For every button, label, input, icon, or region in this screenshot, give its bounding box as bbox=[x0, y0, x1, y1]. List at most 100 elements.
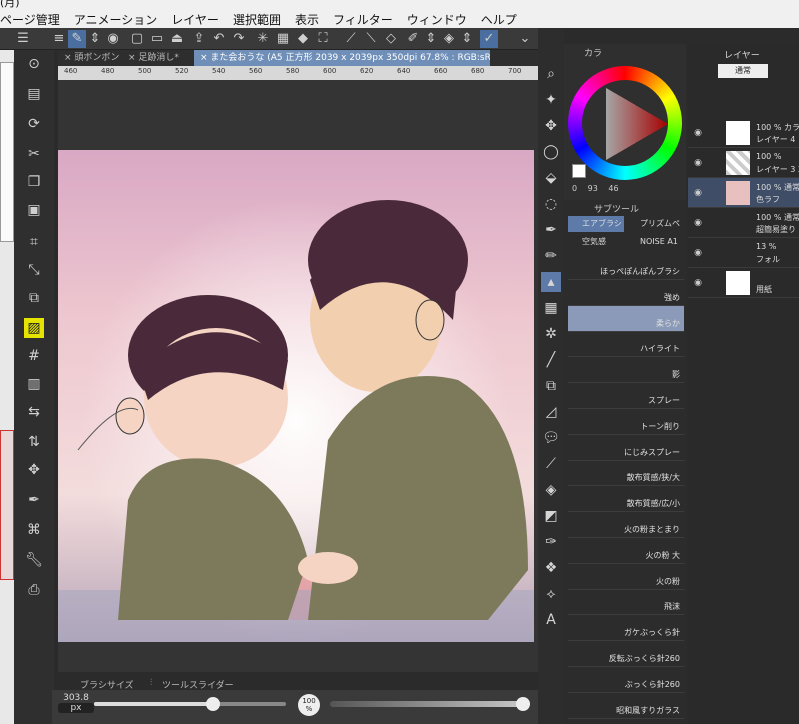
color-triangle[interactable] bbox=[588, 88, 668, 160]
menu-lines-icon[interactable]: ☰ bbox=[14, 30, 32, 48]
brush-item[interactable]: 昭和風すりガラス bbox=[568, 693, 684, 719]
brush-item[interactable]: 散布質感/広/小 bbox=[568, 486, 684, 513]
eye-icon[interactable]: ◉ bbox=[692, 157, 704, 169]
up-down-icon-2[interactable]: ⇕ bbox=[422, 30, 440, 48]
hamburger-icon[interactable]: ≡ bbox=[50, 30, 68, 48]
move-icon[interactable]: ✥ bbox=[24, 460, 44, 480]
copy-icon[interactable]: ❐ bbox=[24, 172, 44, 192]
opacity-slider[interactable] bbox=[330, 697, 530, 711]
menu-page-management[interactable]: ページ管理 bbox=[0, 11, 60, 28]
brush-item[interactable]: 散布質感/狭/大 bbox=[568, 460, 684, 487]
pen-pressure-icon[interactable]: ✐ bbox=[404, 30, 422, 48]
lasso-crop-icon[interactable]: ⌘ bbox=[24, 520, 44, 540]
airbrush-icon[interactable]: ▴ bbox=[541, 272, 561, 292]
wrench-icon[interactable]: 🔧︎ bbox=[24, 550, 44, 570]
flip-horizontal-icon[interactable]: ⇆ bbox=[24, 402, 44, 422]
brush-size-knob[interactable] bbox=[206, 697, 221, 711]
undo-icon[interactable]: ↶ bbox=[210, 30, 228, 48]
line-icon[interactable]: ╱ bbox=[541, 350, 561, 370]
grid-icon[interactable]: ▦ bbox=[274, 30, 292, 48]
eye-icon[interactable]: ◉ bbox=[692, 217, 704, 229]
new-file-icon[interactable]: ▢ bbox=[128, 30, 146, 48]
blend-mode-select[interactable]: 通常 bbox=[718, 64, 768, 78]
eraser-icon[interactable]: ◈ bbox=[440, 30, 458, 48]
layer-stack-icon[interactable]: ⧉ bbox=[541, 376, 561, 396]
menu-animation[interactable]: アニメーション bbox=[74, 11, 158, 28]
brush-item[interactable]: トーン削り bbox=[568, 409, 684, 435]
subtool-atmosphere[interactable]: 空気感 bbox=[568, 234, 624, 250]
layer-icon[interactable]: ⊙ bbox=[24, 54, 44, 74]
balloon-icon[interactable]: 💬︎ bbox=[541, 428, 561, 448]
sticker-icon[interactable]: ❖ bbox=[541, 558, 561, 578]
scissors-icon[interactable]: ✂ bbox=[24, 144, 44, 164]
decoration-icon[interactable]: ✑ bbox=[541, 532, 561, 552]
move-icon[interactable]: ✥ bbox=[541, 116, 561, 136]
canvas-artwork[interactable] bbox=[58, 150, 534, 642]
eyedropper-icon[interactable]: ✒ bbox=[24, 490, 44, 510]
fill-bucket-icon[interactable]: ⬙ bbox=[541, 168, 561, 188]
brush-item[interactable]: 強め bbox=[568, 280, 684, 306]
save-icon[interactable]: ⏏ bbox=[168, 30, 186, 48]
perspective-icon[interactable]: ◇ bbox=[382, 30, 400, 48]
tab-footprint[interactable]: × 足跡消し* bbox=[122, 50, 194, 66]
color-wheel[interactable] bbox=[568, 66, 682, 180]
brush-item[interactable]: 火の粉まとまり bbox=[568, 512, 684, 538]
hatch-icon[interactable]: ▥ bbox=[24, 374, 44, 394]
selected-page-thumbnail[interactable] bbox=[0, 430, 14, 580]
gradient-icon[interactable]: ▦ bbox=[541, 298, 561, 318]
eye-icon[interactable]: ◉ bbox=[692, 247, 704, 259]
fill-icon[interactable]: ◆ bbox=[294, 30, 312, 48]
export-icon[interactable]: ⇪ bbox=[190, 30, 208, 48]
rotate-icon[interactable]: ⟳ bbox=[24, 114, 44, 134]
text-icon[interactable]: A bbox=[541, 610, 561, 630]
brush-item[interactable]: 柔らか bbox=[568, 305, 684, 332]
checkmark-icon[interactable]: ✓ bbox=[480, 30, 498, 48]
menu-selection[interactable]: 選択範囲 bbox=[233, 11, 281, 28]
layer-panel-tab[interactable]: レイヤー bbox=[724, 48, 760, 61]
layer-row[interactable]: ◉ 100 % レイヤー 3 2 bbox=[688, 148, 799, 178]
crop-icon[interactable]: ⌗ bbox=[24, 232, 44, 252]
lasso-icon[interactable]: ◯ bbox=[541, 142, 561, 162]
pattern-icon[interactable]: ✲ bbox=[541, 324, 561, 344]
tab-main-document[interactable]: × また会おうな (A5 正方形 2039 x 2039px 350dpi 67… bbox=[194, 50, 490, 66]
blend-icon[interactable]: ⟡ bbox=[541, 584, 561, 604]
menu-help[interactable]: ヘルプ bbox=[481, 11, 517, 28]
correction-icon[interactable]: ⟋ bbox=[541, 454, 561, 474]
close-icon[interactable]: × bbox=[200, 53, 210, 63]
brush-item[interactable]: スプレー bbox=[568, 383, 684, 409]
eye-icon[interactable]: ◉ bbox=[692, 277, 704, 289]
scale-icon[interactable]: ⤡ bbox=[24, 260, 44, 280]
subtool-airbrush[interactable]: エアブラシ bbox=[568, 216, 624, 232]
tab-head-pompom[interactable]: × 頭ボンボン bbox=[58, 50, 122, 66]
brush-item[interactable]: ガケぶっくら針 bbox=[568, 615, 684, 642]
fill-tool-icon[interactable]: ◩ bbox=[541, 506, 561, 526]
flip-vertical-icon[interactable]: ⇅ bbox=[24, 432, 44, 452]
sticky-note-icon[interactable]: ▤ bbox=[24, 84, 44, 104]
auto-select-icon[interactable]: ◌ bbox=[541, 194, 561, 214]
menu-window[interactable]: ウィンドウ bbox=[407, 11, 467, 28]
menu-view[interactable]: 表示 bbox=[295, 11, 319, 28]
layer-row[interactable]: ◉ 100 % 通常 色ラフ bbox=[688, 178, 799, 208]
paste-icon[interactable]: ▣ bbox=[24, 200, 44, 220]
up-down-icon[interactable]: ⇕ bbox=[86, 30, 104, 48]
record-icon[interactable]: ◉ bbox=[104, 30, 122, 48]
transform-icon[interactable]: ⛶ bbox=[314, 30, 332, 48]
redo-icon[interactable]: ↷ bbox=[230, 30, 248, 48]
spinner-icon[interactable]: ✳ bbox=[254, 30, 272, 48]
layer-row[interactable]: ◉ 13 % フォル bbox=[688, 238, 799, 268]
up-down-icon-3[interactable]: ⇕ bbox=[458, 30, 476, 48]
highlight-icon[interactable]: ▨ bbox=[24, 318, 44, 338]
chevron-down-icon[interactable]: ⌄ bbox=[516, 30, 534, 48]
sparkle-icon[interactable]: ✦ bbox=[541, 90, 561, 110]
subtool-tab[interactable]: サブツール bbox=[594, 202, 639, 215]
ruler-snap-icon[interactable]: ⟍ bbox=[362, 30, 380, 48]
distort-icon[interactable]: ⧉ bbox=[24, 288, 44, 308]
layer-row[interactable]: ◉ 100 % 通常 超簡易塗り bbox=[688, 208, 799, 238]
pen-icon[interactable]: ✒ bbox=[541, 220, 561, 240]
layer-row[interactable]: ◉ 100 % カラ レイヤー 4 bbox=[688, 118, 799, 148]
brush-item[interactable]: 火の粉 大 bbox=[568, 538, 684, 564]
close-icon[interactable]: × bbox=[64, 53, 74, 63]
pen-tool-icon[interactable]: ✎ bbox=[68, 30, 86, 48]
brush-size-slider[interactable] bbox=[94, 697, 286, 711]
subtool-prism[interactable]: プリズムペ bbox=[626, 216, 684, 232]
